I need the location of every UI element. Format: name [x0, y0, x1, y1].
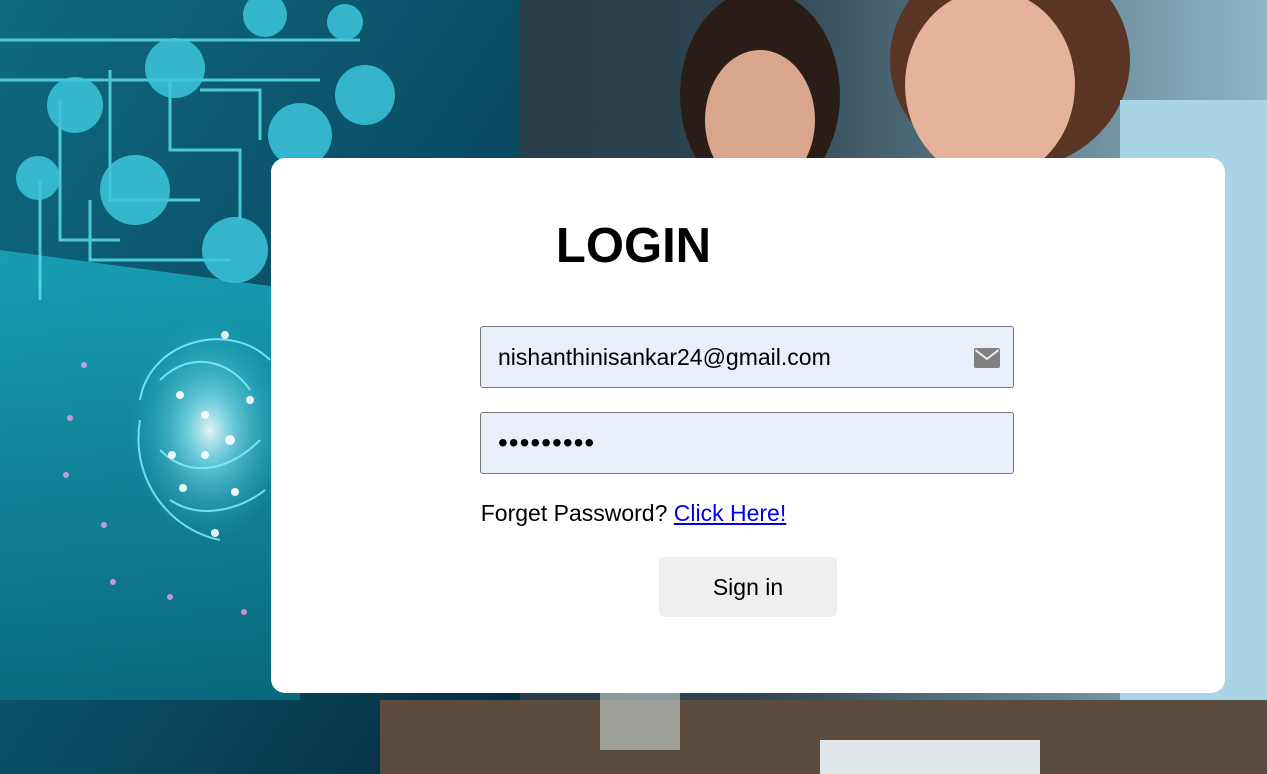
forgot-password-line: Forget Password? Click Here!	[0, 497, 1267, 529]
page-title: LOGIN	[555, 219, 712, 273]
sign-in-button[interactable]: Sign in	[659, 557, 837, 617]
password-value[interactable]: •••••••••	[498, 413, 595, 473]
email-value[interactable]: nishanthinisankar24@gmail.com	[498, 327, 831, 387]
forgot-password-text: Forget Password?	[480, 500, 668, 526]
click-here-link[interactable]: Click Here!	[674, 500, 786, 526]
envelope-icon	[974, 348, 1000, 368]
password-field[interactable]: •••••••••	[480, 412, 1014, 474]
email-field[interactable]: nishanthinisankar24@gmail.com	[480, 326, 1014, 388]
